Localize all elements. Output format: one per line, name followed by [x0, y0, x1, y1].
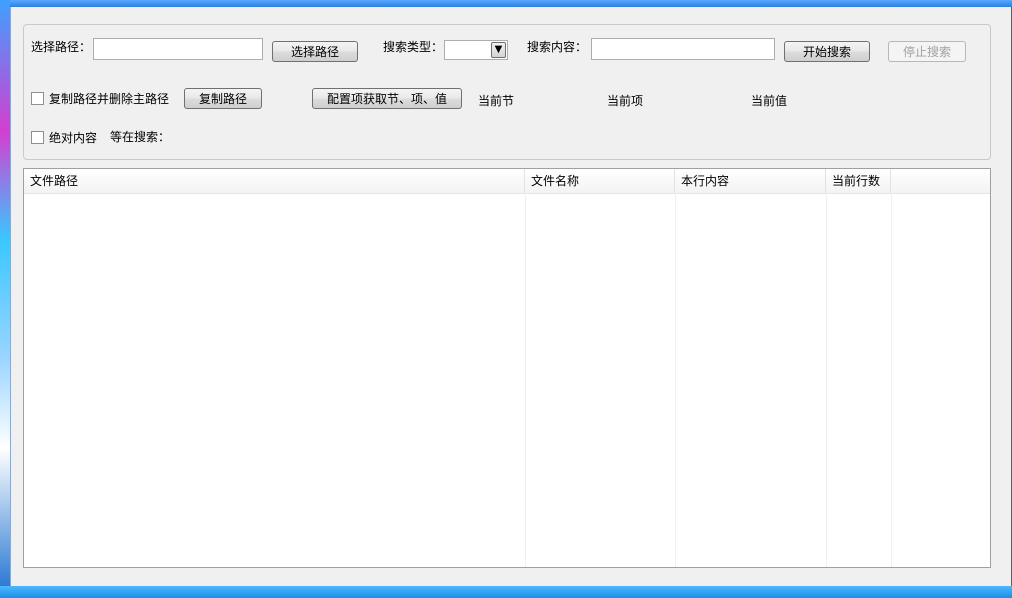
search-type-label: 搜索类型： — [383, 40, 444, 54]
column-header-file-name[interactable]: 文件名称 — [525, 169, 675, 193]
search-window: 选择路径： 选择路径 搜索类型： ▼ 搜索内容： 开始搜索 停止搜索 复制路径并… — [10, 7, 1011, 586]
stop-search-button[interactable]: 停止搜索 — [888, 41, 966, 62]
current-section-label: 当前节 — [478, 94, 515, 108]
column-divider — [675, 193, 676, 567]
waiting-search-label: 等在搜索： — [110, 130, 171, 144]
desktop-top-edge — [0, 0, 1012, 7]
chevron-down-icon[interactable]: ▼ — [491, 42, 506, 58]
results-list[interactable]: 文件路径 文件名称 本行内容 当前行数 — [23, 168, 991, 568]
taskbar-edge — [0, 586, 1012, 598]
results-header: 文件路径 文件名称 本行内容 当前行数 — [24, 169, 990, 194]
column-divider — [891, 193, 892, 567]
column-divider — [826, 193, 827, 567]
desktop-background — [0, 0, 10, 598]
path-input[interactable] — [93, 38, 263, 60]
copy-delete-label: 复制路径并删除主路径 — [49, 92, 170, 106]
current-value-label: 当前值 — [751, 94, 788, 108]
column-header-line-content[interactable]: 本行内容 — [675, 169, 826, 193]
search-content-input[interactable] — [591, 38, 775, 60]
copy-path-button[interactable]: 复制路径 — [184, 88, 262, 109]
column-divider — [525, 193, 526, 567]
absolute-content-label: 绝对内容 — [49, 131, 98, 145]
start-search-button[interactable]: 开始搜索 — [784, 41, 870, 62]
search-type-select[interactable]: ▼ — [444, 40, 508, 60]
column-header-line-number[interactable]: 当前行数 — [826, 169, 891, 193]
path-label: 选择路径： — [31, 40, 92, 54]
absolute-content-checkbox[interactable] — [31, 131, 44, 144]
copy-delete-checkbox[interactable] — [31, 92, 44, 105]
config-section-item-value-button[interactable]: 配置项获取节、项、值 — [312, 88, 462, 109]
current-item-label: 当前项 — [607, 94, 644, 108]
choose-path-button[interactable]: 选择路径 — [272, 41, 358, 62]
search-content-label: 搜索内容： — [527, 40, 588, 54]
column-header-file-path[interactable]: 文件路径 — [24, 169, 525, 193]
